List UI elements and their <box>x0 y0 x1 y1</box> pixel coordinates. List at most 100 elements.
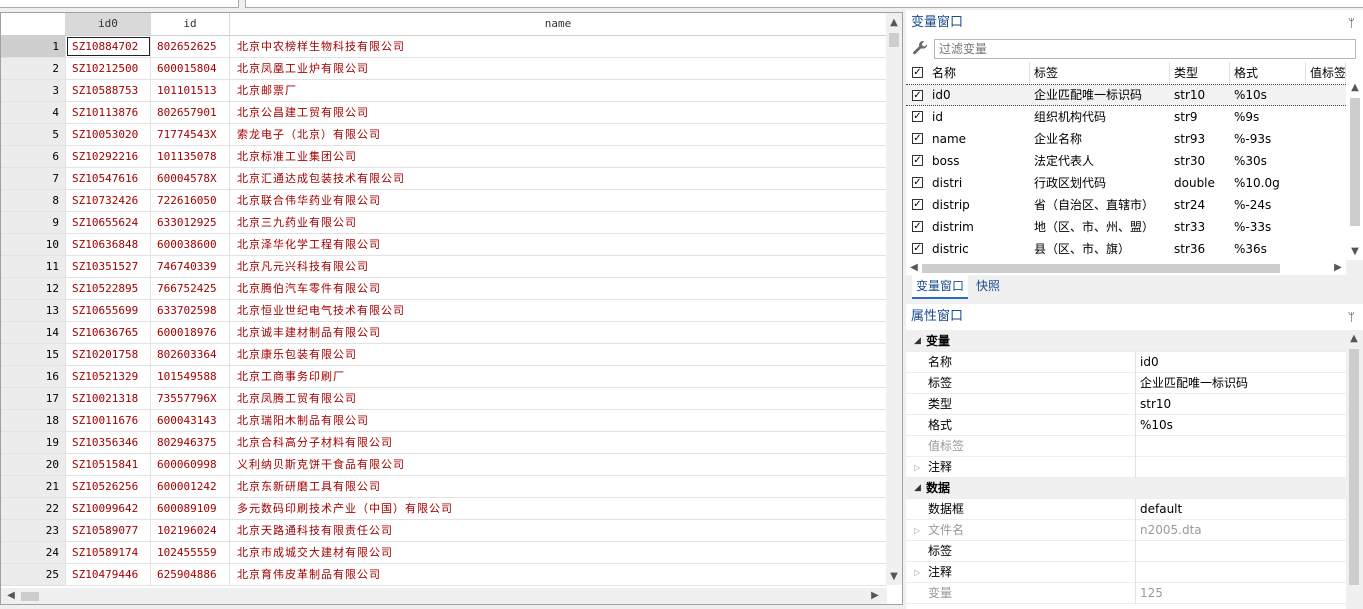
row-number-cell[interactable]: 10 <box>1 234 66 255</box>
name-cell[interactable]: 北京康乐包装有限公司 <box>230 344 887 365</box>
id-cell[interactable]: 101101513 <box>151 80 230 101</box>
filter-variables-input[interactable] <box>934 39 1356 59</box>
variable-row[interactable]: ✓ distric 县（区、市、旗） str36 %36s <box>906 238 1346 260</box>
row-number-cell[interactable]: 3 <box>1 80 66 101</box>
row-number-cell[interactable]: 6 <box>1 146 66 167</box>
variables-horizontal-scrollbar[interactable]: ◀ ▶ <box>906 260 1346 276</box>
pin-icon[interactable]: ᛘ <box>1348 304 1355 330</box>
scroll-up-icon[interactable]: ▲ <box>886 15 902 31</box>
id-cell[interactable]: 633702598 <box>151 300 230 321</box>
col-header-format[interactable]: 格式 <box>1230 62 1306 84</box>
variable-row[interactable]: ✓ boss 法定代表人 str30 %30s <box>906 150 1346 172</box>
name-cell[interactable]: 多元数码印刷技术产业（中国）有限公司 <box>230 498 887 519</box>
property-group[interactable]: ◢ 变量 <box>906 331 1346 352</box>
row-number-cell[interactable]: 14 <box>1 322 66 343</box>
id0-cell[interactable]: SZ10636848 <box>66 234 151 255</box>
col-header-name[interactable]: 名称 <box>928 62 1030 84</box>
column-header-id[interactable]: id <box>151 13 230 35</box>
variable-row[interactable]: ✓ name 企业名称 str93 %-93s <box>906 128 1346 150</box>
row-number-cell[interactable]: 20 <box>1 454 66 475</box>
column-header-name[interactable]: name <box>230 13 887 35</box>
row-number-cell[interactable]: 24 <box>1 542 66 563</box>
table-row[interactable]: 18 SZ10011676 600043143 北京瑞阳木制品有限公司 <box>1 410 887 432</box>
name-cell[interactable]: 北京汇通达成包装技术有限公司 <box>230 168 887 189</box>
table-row[interactable]: 21 SZ10526256 600001242 北京东新研磨工具有限公司 <box>1 476 887 498</box>
hscroll-thumb[interactable] <box>21 592 39 601</box>
id0-cell[interactable]: SZ10351527 <box>66 256 151 277</box>
row-number-cell[interactable]: 22 <box>1 498 66 519</box>
variable-row[interactable]: ✓ id 组织机构代码 str9 %9s <box>906 106 1346 128</box>
id-cell[interactable]: 600001242 <box>151 476 230 497</box>
property-value[interactable]: n2005.dta <box>1140 520 1202 541</box>
id0-cell[interactable]: SZ10479446 <box>66 564 151 585</box>
name-cell[interactable]: 北京腾伯汽车零件有限公司 <box>230 278 887 299</box>
name-cell[interactable]: 北京凡元兴科技有限公司 <box>230 256 887 277</box>
id-cell[interactable]: 633012925 <box>151 212 230 233</box>
collapse-arrow-icon[interactable]: ◢ <box>914 331 921 352</box>
row-number-cell[interactable]: 4 <box>1 102 66 123</box>
name-cell[interactable]: 索龙电子（北京）有限公司 <box>230 124 887 145</box>
property-row[interactable]: ▷ 注释 <box>906 457 1346 478</box>
table-row[interactable]: 5 SZ10053020 71774543X 索龙电子（北京）有限公司 <box>1 124 887 146</box>
property-value[interactable]: 125 <box>1140 583 1163 604</box>
id-cell[interactable]: 802603364 <box>151 344 230 365</box>
name-cell[interactable]: 北京凤凰工业炉有限公司 <box>230 58 887 79</box>
table-row[interactable]: 22 SZ10099642 600089109 多元数码印刷技术产业（中国）有限公司 <box>1 498 887 520</box>
name-cell[interactable]: 北京诚丰建材制品有限公司 <box>230 322 887 343</box>
row-number-cell[interactable]: 2 <box>1 58 66 79</box>
id-cell[interactable]: 101549588 <box>151 366 230 387</box>
row-number-cell[interactable]: 16 <box>1 366 66 387</box>
scroll-right-icon[interactable]: ▶ <box>1330 260 1346 276</box>
expand-arrow-icon[interactable]: ▷ <box>914 457 920 478</box>
wrench-icon[interactable] <box>912 40 930 58</box>
row-number-cell[interactable]: 12 <box>1 278 66 299</box>
id-cell[interactable]: 60004578X <box>151 168 230 189</box>
id-cell[interactable]: 802657901 <box>151 102 230 123</box>
row-number-cell[interactable]: 15 <box>1 344 66 365</box>
name-cell[interactable]: 北京瑞阳木制品有限公司 <box>230 410 887 431</box>
table-row[interactable]: 15 SZ10201758 802603364 北京康乐包装有限公司 <box>1 344 887 366</box>
table-row[interactable]: 13 SZ10655699 633702598 北京恒业世纪电气技术有限公司 <box>1 300 887 322</box>
grid-vertical-scrollbar[interactable]: ▲ ▼ <box>886 13 902 585</box>
expand-arrow-icon[interactable]: ▷ <box>914 562 920 583</box>
table-row[interactable]: 19 SZ10356346 802946375 北京合科高分子材料有限公司 <box>1 432 887 454</box>
variables-table[interactable]: ✓ 名称 标签 类型 格式 值标签 ✓ id0 企业匹配唯一标识码 str10 %10s… <box>906 62 1363 260</box>
id-cell[interactable]: 73557796X <box>151 388 230 409</box>
col-header-value-label[interactable]: 值标签 <box>1306 62 1346 84</box>
row-number-cell[interactable]: 1 <box>1 36 66 57</box>
id0-cell[interactable]: SZ10636765 <box>66 322 151 343</box>
id0-cell[interactable]: SZ10521329 <box>66 366 151 387</box>
property-value[interactable]: 企业匹配唯一标识码 <box>1140 373 1248 394</box>
row-number-cell[interactable]: 5 <box>1 124 66 145</box>
hscroll-thumb[interactable] <box>922 264 1280 273</box>
row-number-cell[interactable]: 17 <box>1 388 66 409</box>
id0-cell[interactable]: SZ10547616 <box>66 168 151 189</box>
name-cell[interactable]: 北京东新研磨工具有限公司 <box>230 476 887 497</box>
variable-row[interactable]: ✓ distrim 地（区、市、州、盟） str33 %-33s <box>906 216 1346 238</box>
table-row[interactable]: 11 SZ10351527 746740339 北京凡元兴科技有限公司 <box>1 256 887 278</box>
table-row[interactable]: 4 SZ10113876 802657901 北京公昌建工贸有限公司 <box>1 102 887 124</box>
property-row[interactable]: 标签 <box>906 541 1346 562</box>
id0-cell[interactable]: SZ10212500 <box>66 58 151 79</box>
id0-cell[interactable]: SZ10053020 <box>66 124 151 145</box>
id0-cell[interactable]: SZ10515841 <box>66 454 151 475</box>
id-cell[interactable]: 101135078 <box>151 146 230 167</box>
id-cell[interactable]: 71774543X <box>151 124 230 145</box>
table-row[interactable]: 10 SZ10636848 600038600 北京泽华化学工程有限公司 <box>1 234 887 256</box>
id-cell[interactable]: 600018976 <box>151 322 230 343</box>
scroll-up-icon[interactable]: ▲ <box>1347 80 1363 96</box>
col-header-label[interactable]: 标签 <box>1030 62 1170 84</box>
name-cell[interactable]: 北京中农榜样生物科技有限公司 <box>230 36 887 57</box>
table-row[interactable]: 3 SZ10588753 101101513 北京邮票厂 <box>1 80 887 102</box>
variable-checkbox[interactable]: ✓ <box>912 177 923 188</box>
property-value[interactable]: str10 <box>1140 394 1171 415</box>
table-row[interactable]: 16 SZ10521329 101549588 北京工商事务印刷厂 <box>1 366 887 388</box>
table-row[interactable]: 20 SZ10515841 600060998 义利纳贝斯克饼干食品有限公司 <box>1 454 887 476</box>
pin-icon[interactable]: ᛘ <box>1348 10 1355 36</box>
id0-cell[interactable]: SZ10589174 <box>66 542 151 563</box>
table-row[interactable]: 9 SZ10655624 633012925 北京三九药业有限公司 <box>1 212 887 234</box>
id0-cell[interactable]: SZ10099642 <box>66 498 151 519</box>
table-row[interactable]: 23 SZ10589077 102196024 北京天路通科技有限责任公司 <box>1 520 887 542</box>
id0-cell[interactable]: SZ10884702 <box>66 36 151 57</box>
table-row[interactable]: 24 SZ10589174 102455559 北京市成城交大建材有限公司 <box>1 542 887 564</box>
